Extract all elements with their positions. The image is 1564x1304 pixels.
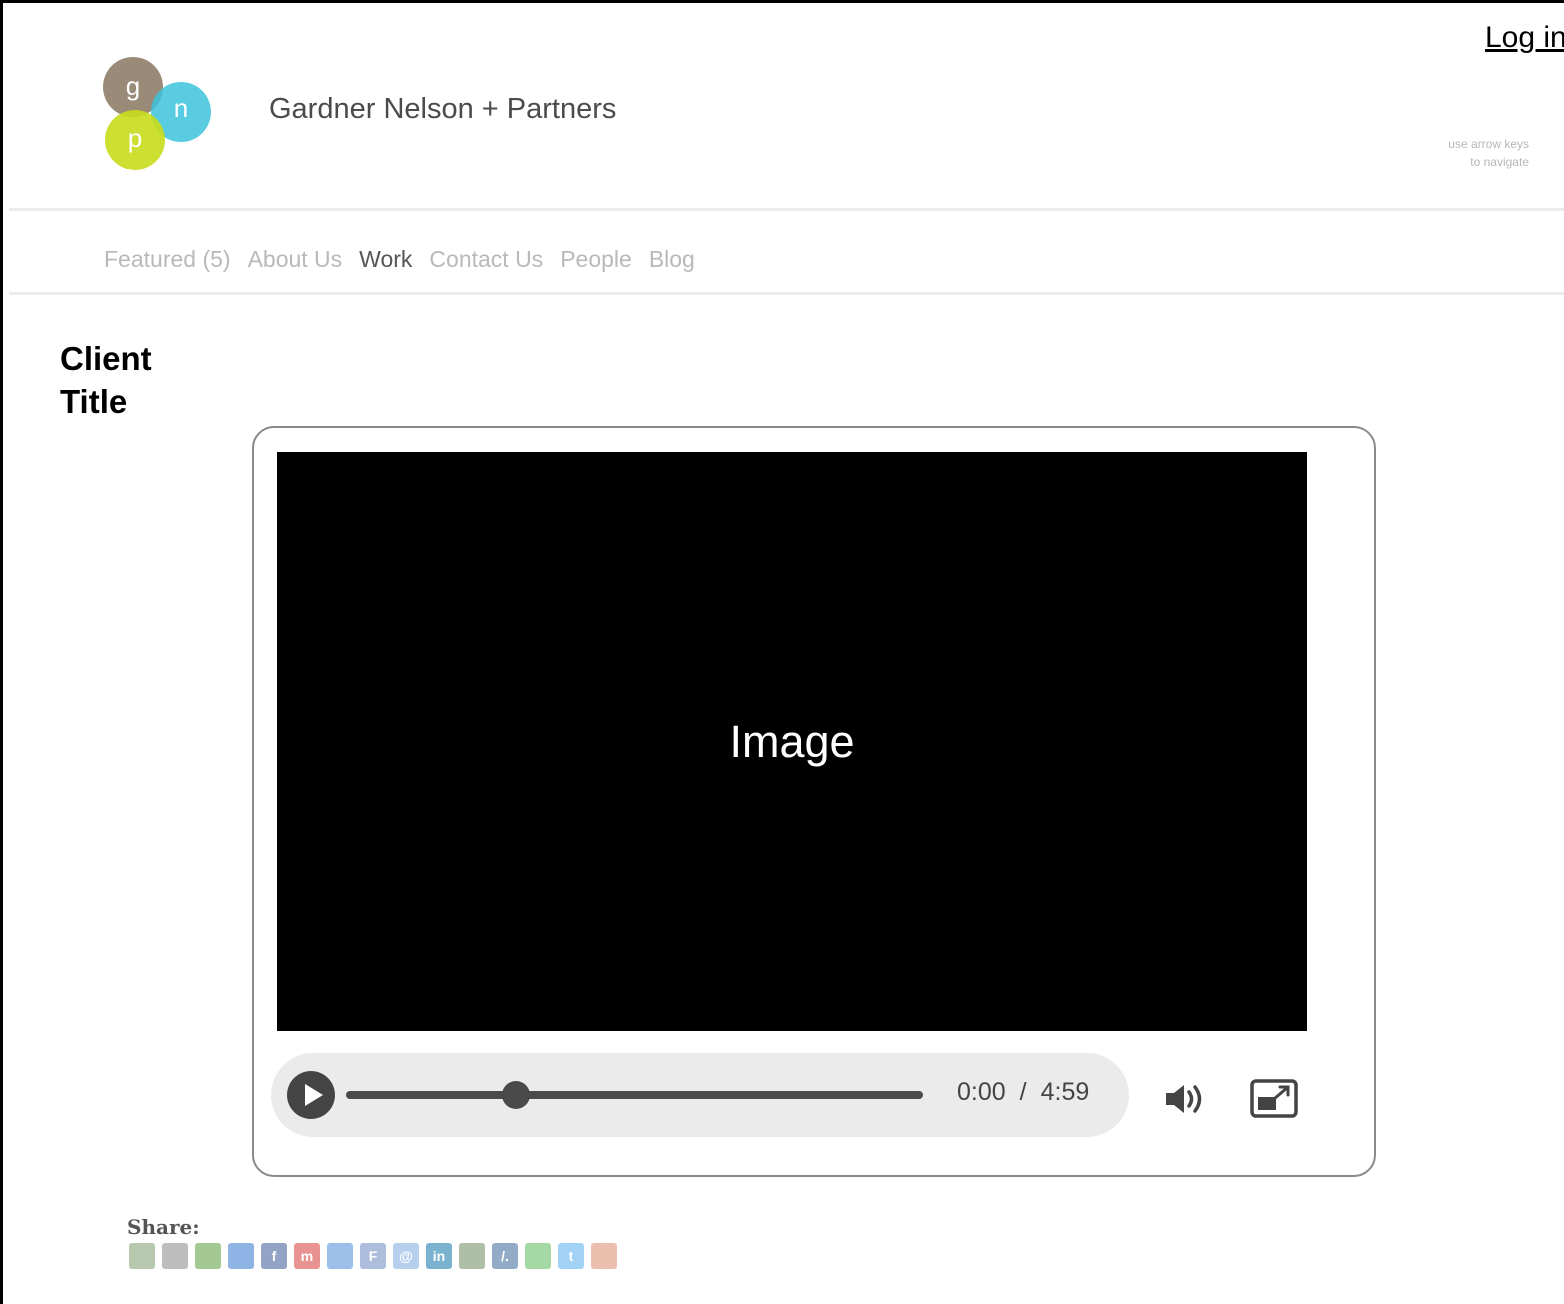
delicious-icon[interactable] [228,1243,254,1269]
logo-letter-n: n [174,93,188,123]
player-controls: 0:00 / 4:59 [271,1053,1129,1137]
twitter-icon[interactable]: t [558,1243,584,1269]
seek-thumb[interactable] [502,1081,531,1109]
client-title-line-2: Title [60,383,128,420]
tipd-icon[interactable]: /. [492,1243,518,1269]
newsvine-icon[interactable] [195,1243,221,1269]
friendfeed-icon[interactable]: F [360,1243,386,1269]
time-separator: / [1019,1078,1027,1106]
play-button[interactable] [287,1071,335,1119]
nav-item-about-us[interactable]: About Us [248,246,343,273]
digg-icon[interactable] [129,1243,155,1269]
nav-item-work[interactable]: Work [359,246,412,273]
email-icon[interactable]: @ [393,1243,419,1269]
page: Log in g n p Gardner Nelson + Partners u… [0,0,1564,1304]
duration: 4:59 [1040,1078,1090,1106]
yahoo-buzz-icon[interactable] [459,1243,485,1269]
navigation-hint: use arrow keys to navigate [1383,135,1529,171]
main-nav: Featured (5) About Us Work Contact Us Pe… [104,246,712,273]
client-title-line-1: Client [60,340,152,377]
google-icon[interactable] [327,1243,353,1269]
slashdot-icon[interactable] [525,1243,551,1269]
video-player: Image 0:00 / 4:59 [252,426,1376,1177]
mixx-icon[interactable]: m [294,1243,320,1269]
logo-letter-p: p [128,123,142,153]
nav-item-people[interactable]: People [560,246,632,273]
client-title: Client Title [60,337,210,423]
time-display: 0:00 / 4:59 [957,1078,1089,1107]
hint-line-2: to navigate [1470,155,1529,169]
image-placeholder-label: Image [729,715,855,767]
volume-button[interactable] [1162,1079,1210,1119]
brand-logo[interactable]: g n p [99,51,219,176]
header-divider [9,208,1564,211]
logo-circles-icon: g n p [103,57,211,170]
seek-bar[interactable] [346,1081,923,1109]
nav-item-contact-us[interactable]: Contact Us [429,246,543,273]
current-time: 0:00 [957,1078,1006,1106]
nav-item-blog[interactable]: Blog [649,246,695,273]
share-label: Share: [127,1215,200,1239]
login-link[interactable]: Log in [1485,21,1564,55]
speaker-icon [1166,1085,1202,1113]
hint-line-1: use arrow keys [1448,137,1529,151]
share-icons: f m F @ in /. t [129,1243,617,1269]
reddit-icon[interactable] [591,1243,617,1269]
logo-letter-g: g [126,71,140,101]
myspace-icon[interactable] [162,1243,188,1269]
facebook-icon[interactable]: f [261,1243,287,1269]
nav-divider [9,292,1564,295]
brand-name[interactable]: Gardner Nelson + Partners [269,93,616,126]
video-screen[interactable]: Image [277,452,1307,1031]
nav-item-featured[interactable]: Featured (5) [104,246,231,273]
fullscreen-icon [1250,1079,1298,1118]
fullscreen-button[interactable] [1250,1079,1298,1119]
linkedin-icon[interactable]: in [426,1243,452,1269]
